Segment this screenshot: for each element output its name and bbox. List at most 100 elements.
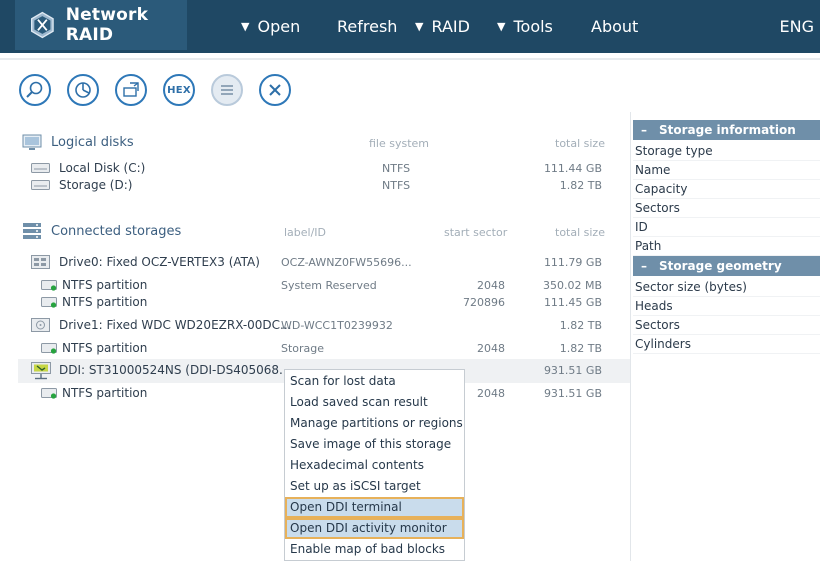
disk-icon [31,163,50,173]
column-label-id: label/ID [284,226,327,239]
hdd-drive-icon [31,318,50,332]
property-id: ID [633,218,820,237]
property-sector-size: Sector size (bytes) [633,278,820,297]
column-file-system: file system [369,137,430,150]
hex-icon: HEX [167,84,191,96]
menu-item-enable-bad-blocks-map[interactable]: Enable map of bad blocks [285,539,464,560]
ssd-drive-icon [31,255,50,269]
app-title: Network RAID [65,5,149,45]
save-image-button[interactable] [115,74,147,106]
hex-button[interactable]: HEX [163,74,195,106]
language-selector[interactable]: ENG [780,0,814,53]
storage-size: 111.79 GB [543,256,602,269]
column-total-size: total size [555,226,605,239]
save-disk-icon [123,82,139,97]
context-menu: Scan for lost data Load saved scan resul… [284,369,465,561]
menu-refresh-label: Refresh [337,17,398,36]
close-icon [269,84,281,96]
list-icon [221,85,233,95]
ddi-network-drive-icon [31,362,51,380]
search-button[interactable] [19,74,51,106]
property-cylinders: Cylinders [633,335,820,354]
storage-geometry-header[interactable]: – Storage geometry [633,256,820,276]
partition-size: 111.45 GB [543,296,602,309]
partition-start-sector: 2048 [477,279,505,292]
partition-name: NTFS partition [62,278,148,292]
dropdown-arrow-icon: ▼ [415,20,424,33]
dropdown-arrow-icon: ▼ [241,20,250,33]
property-name: Name [633,161,820,180]
menu-item-scan-lost-data[interactable]: Scan for lost data [285,371,464,392]
storage-information-header[interactable]: – Storage information [633,120,820,140]
top-bar: Network RAID ▼ Open Refresh ▼ RAID ▼ Too… [0,0,820,53]
properties-panel: – Storage information Storage type Name C… [633,120,820,354]
menu-raid[interactable]: ▼ RAID [415,0,470,53]
brand: Network RAID [15,0,187,50]
menu-item-open-ddi-terminal[interactable]: Open DDI terminal [285,497,464,518]
collapse-icon: – [641,123,647,137]
menu-item-manage-partitions[interactable]: Manage partitions or regions [285,413,464,434]
partition-label: Storage [281,342,325,355]
menu-item-iscsi-target[interactable]: Set up as iSCSI target [285,476,464,497]
property-capacity: Capacity [633,180,820,199]
logical-disk-row[interactable]: Storage (D:) NTFS 1.82 TB [18,176,630,196]
disk-size: 111.44 GB [543,162,602,175]
close-button[interactable] [259,74,291,106]
partition-name: NTFS partition [62,341,148,355]
partition-size: 350.02 MB [542,279,602,292]
storage-label: WD-WCC1T0239932 [281,319,393,332]
partition-start-sector: 720896 [463,296,505,309]
property-geometry-sectors: Sectors [633,316,820,335]
storages-icon [23,223,41,239]
menu-refresh[interactable]: Refresh [337,0,397,53]
list-button[interactable] [211,74,243,106]
storage-geometry-title: Storage geometry [659,259,782,273]
monitor-icon [22,134,42,150]
menu-item-load-scan-result[interactable]: Load saved scan result [285,392,464,413]
partition-name: NTFS partition [62,295,148,309]
storage-name: Drive1: Fixed WDC WD20EZRX-00DC... [59,318,292,332]
partition-icon [41,297,57,308]
disk-size: 1.82 TB [559,179,602,192]
menu-item-open-ddi-activity-monitor[interactable]: Open DDI activity monitor [285,518,464,539]
property-storage-type: Storage type [633,142,820,161]
storage-row-drive1[interactable]: Drive1: Fixed WDC WD20EZRX-00DC... WD-WC… [18,316,630,336]
property-heads: Heads [633,297,820,316]
storage-size: 931.51 GB [543,364,602,377]
scan-button[interactable] [67,74,99,106]
menu-item-save-image[interactable]: Save image of this storage [285,434,464,455]
logical-disks-title: Logical disks [51,135,134,150]
menu-about[interactable]: About [591,0,638,53]
partition-icon [41,280,57,291]
disk-name: Local Disk (C:) [59,161,146,175]
column-total-size: total size [555,137,605,150]
menu-raid-label: RAID [431,17,470,36]
menu-about-label: About [591,17,639,36]
menu-tools-label: Tools [513,17,553,36]
menu-tools[interactable]: ▼ Tools [497,0,553,53]
network-raid-logo-icon [31,11,54,39]
menu-item-hex-contents[interactable]: Hexadecimal contents [285,455,464,476]
property-sectors: Sectors [633,199,820,218]
panel-divider [630,112,631,561]
partition-size: 931.51 GB [543,387,602,400]
connected-storages-title: Connected storages [51,224,182,239]
storage-size: 1.82 TB [559,319,602,332]
menu-open[interactable]: ▼ Open [241,0,300,53]
partition-name: NTFS partition [62,386,148,400]
storage-information-title: Storage information [659,123,796,137]
disk-fs: NTFS [382,179,411,192]
partition-label: System Reserved [281,279,377,292]
disk-fs: NTFS [382,162,411,175]
partition-icon [41,343,57,354]
partition-icon [41,388,57,399]
disk-name: Storage (D:) [59,178,133,192]
partition-row[interactable]: NTFS partition Storage 2048 1.82 TB [18,339,630,359]
menu-open-label: Open [257,17,301,36]
storage-name: DDI: ST31000524NS (DDI-DS405068... [59,363,291,377]
storage-row-drive0[interactable]: Drive0: Fixed OCZ-VERTEX3 (ATA) OCZ-AWNZ… [18,253,630,273]
partition-row[interactable]: NTFS partition 720896 111.45 GB [18,293,630,313]
partition-size: 1.82 TB [559,342,602,355]
storage-name: Drive0: Fixed OCZ-VERTEX3 (ATA) [59,255,260,269]
pie-chart-icon [75,82,91,98]
